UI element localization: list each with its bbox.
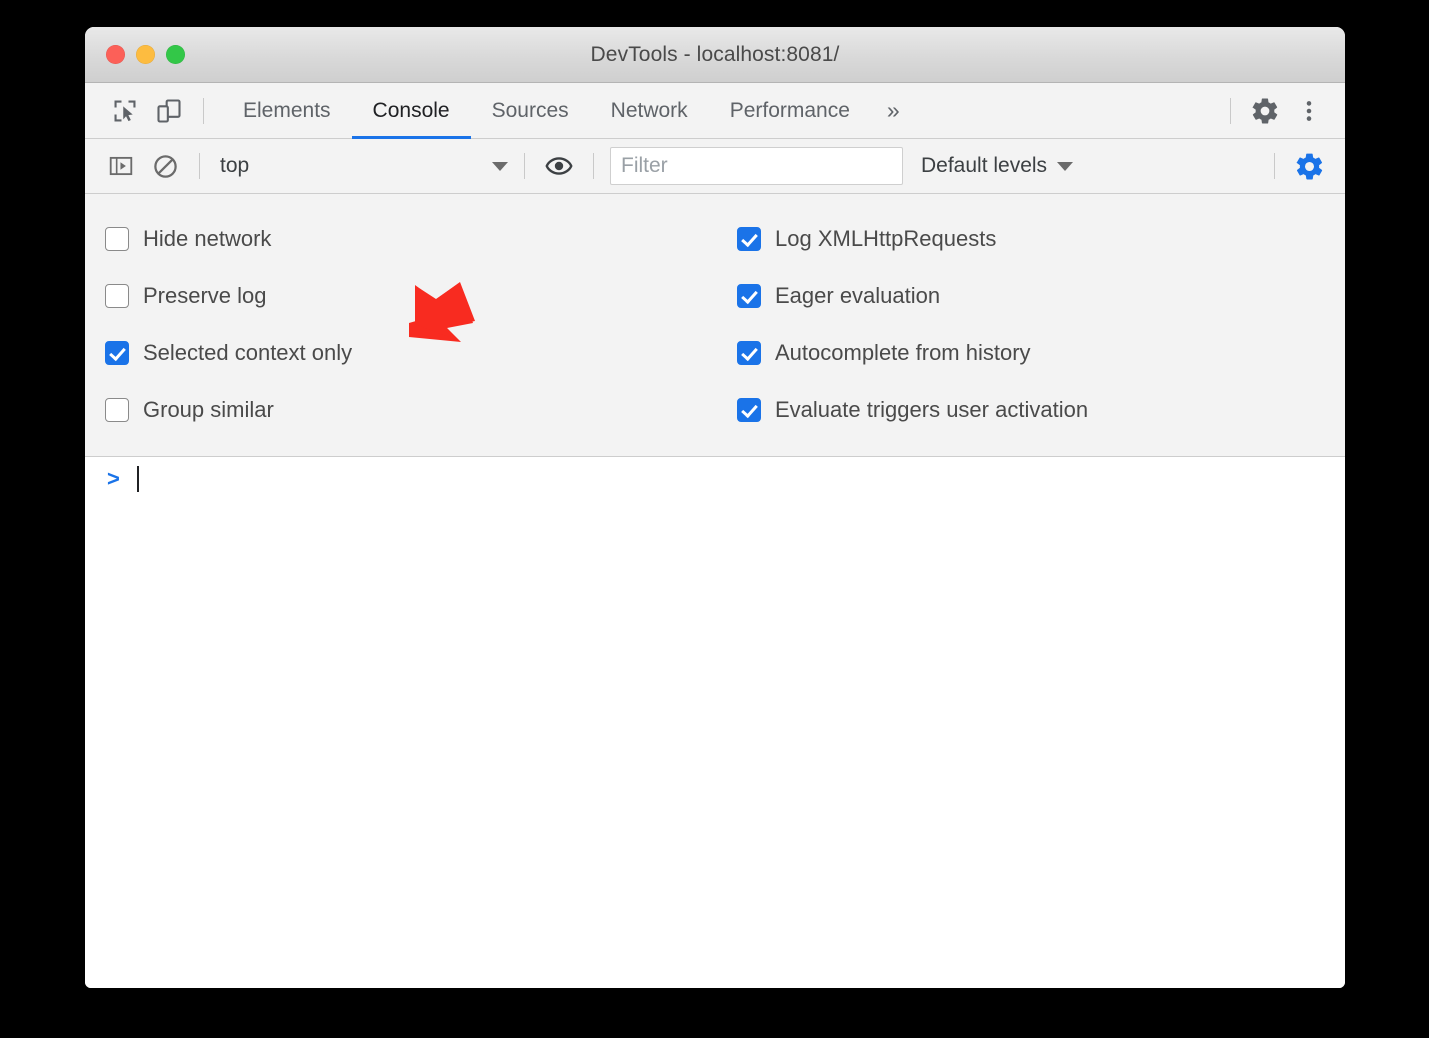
more-tabs-button[interactable]: » [871, 83, 916, 139]
log-level-label: Default levels [921, 154, 1047, 178]
live-expression-button[interactable] [537, 146, 581, 186]
tabbar-actions [1218, 89, 1345, 133]
hide-network-checkbox[interactable] [105, 227, 129, 251]
log-xmlhttprequests-checkbox[interactable] [737, 227, 761, 251]
setting-preserve-log[interactable]: Preserve log [105, 267, 715, 324]
setting-evaluate-triggers-user-activation[interactable]: Evaluate triggers user activation [737, 381, 1345, 438]
devtools-tabbar: Elements Console Sources Network Perform… [85, 83, 1345, 139]
console-filter-input[interactable]: Filter [610, 147, 903, 185]
setting-group-similar[interactable]: Group similar [105, 381, 715, 438]
console-text-cursor [137, 466, 139, 492]
device-toolbar-icon [155, 97, 183, 125]
group-similar-checkbox[interactable] [105, 398, 129, 422]
clear-console-button[interactable] [143, 146, 187, 186]
window-controls [106, 27, 185, 82]
tab-elements[interactable]: Elements [222, 83, 352, 139]
close-window-button[interactable] [106, 45, 125, 64]
setting-label: Preserve log [143, 283, 267, 309]
setting-eager-evaluation[interactable]: Eager evaluation [737, 267, 1345, 324]
tabbar-actions-divider [1230, 98, 1231, 124]
tab-performance[interactable]: Performance [709, 83, 871, 139]
clear-console-icon [152, 153, 179, 180]
minimize-window-button[interactable] [136, 45, 155, 64]
preserve-log-checkbox[interactable] [105, 284, 129, 308]
inspect-element-icon [111, 97, 139, 125]
tabbar-divider [203, 98, 204, 124]
console-settings-left-column: Hide network Preserve log Selected conte… [85, 210, 715, 438]
filterbar-divider-1 [199, 153, 200, 179]
setting-selected-context-only[interactable]: Selected context only [105, 324, 715, 381]
setting-label: Eager evaluation [775, 283, 940, 309]
console-output-area[interactable]: > [85, 457, 1345, 988]
devtools-settings-button[interactable] [1243, 89, 1287, 133]
kebab-menu-icon [1296, 98, 1322, 124]
setting-label: Group similar [143, 397, 274, 423]
setting-log-xmlhttprequests[interactable]: Log XMLHttpRequests [737, 210, 1345, 267]
device-toolbar-button[interactable] [147, 89, 191, 133]
console-prompt-row[interactable]: > [85, 457, 1345, 501]
autocomplete-from-history-checkbox[interactable] [737, 341, 761, 365]
console-filter-placeholder: Filter [621, 154, 668, 178]
setting-label: Hide network [143, 226, 271, 252]
gear-icon [1294, 151, 1325, 182]
inspect-element-button[interactable] [103, 89, 147, 133]
tab-console[interactable]: Console [352, 83, 471, 139]
console-prompt-icon: > [107, 468, 129, 490]
filterbar-divider-2 [524, 153, 525, 179]
console-settings-panel: Hide network Preserve log Selected conte… [85, 194, 1345, 457]
filterbar-divider-3 [593, 153, 594, 179]
console-filter-toolbar: top Filter Default levels [85, 139, 1345, 194]
tab-sources[interactable]: Sources [471, 83, 590, 139]
execution-context-selector[interactable]: top [212, 148, 512, 184]
eye-icon [545, 152, 573, 180]
filterbar-divider-4 [1274, 153, 1275, 179]
eager-evaluation-checkbox[interactable] [737, 284, 761, 308]
devtools-window: DevTools - localhost:8081/ Elements Cons… [85, 27, 1345, 988]
panel-tabs: Elements Console Sources Network Perform… [222, 83, 916, 139]
tab-network[interactable]: Network [590, 83, 709, 139]
setting-label: Log XMLHttpRequests [775, 226, 996, 252]
console-sidebar-icon [108, 153, 134, 179]
devtools-main-menu-button[interactable] [1287, 89, 1331, 133]
window-titlebar: DevTools - localhost:8081/ [85, 27, 1345, 83]
evaluate-triggers-user-activation-checkbox[interactable] [737, 398, 761, 422]
setting-label: Selected context only [143, 340, 352, 366]
execution-context-value: top [220, 154, 249, 178]
console-settings-button[interactable] [1287, 146, 1331, 186]
setting-label: Autocomplete from history [775, 340, 1031, 366]
chevron-down-icon [1057, 162, 1073, 171]
filterbar-actions [1262, 146, 1345, 186]
chevron-down-icon [492, 162, 508, 171]
maximize-window-button[interactable] [166, 45, 185, 64]
log-level-selector[interactable]: Default levels [921, 154, 1073, 178]
window-title: DevTools - localhost:8081/ [85, 43, 1345, 67]
setting-label: Evaluate triggers user activation [775, 397, 1088, 423]
setting-hide-network[interactable]: Hide network [105, 210, 715, 267]
console-settings-right-column: Log XMLHttpRequests Eager evaluation Aut… [715, 210, 1345, 438]
gear-icon [1250, 96, 1280, 126]
console-sidebar-toggle-button[interactable] [99, 146, 143, 186]
setting-autocomplete-from-history[interactable]: Autocomplete from history [737, 324, 1345, 381]
selected-context-only-checkbox[interactable] [105, 341, 129, 365]
